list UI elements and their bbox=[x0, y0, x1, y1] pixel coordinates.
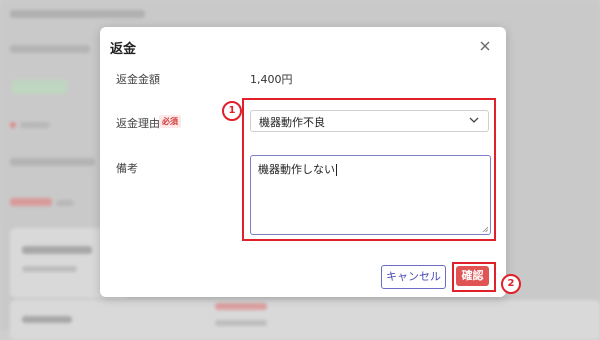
bg-status-badge bbox=[12, 80, 67, 94]
refund-amount-label: 返金金額 bbox=[116, 73, 160, 86]
bg-text-line bbox=[22, 266, 77, 272]
bg-text-line bbox=[215, 320, 267, 326]
cancel-button[interactable]: キャンセル bbox=[381, 265, 446, 289]
bg-price bbox=[215, 303, 267, 310]
bg-card bbox=[10, 300, 600, 340]
bg-text-line bbox=[10, 158, 95, 166]
bg-price bbox=[10, 198, 52, 206]
highlight-box-2 bbox=[452, 262, 496, 292]
notes-label: 備考 bbox=[116, 162, 138, 175]
bg-text-line bbox=[56, 200, 74, 206]
bg-text-line bbox=[22, 246, 92, 254]
bg-text-line bbox=[10, 10, 145, 18]
step-marker-2: 2 bbox=[501, 274, 521, 294]
highlight-box-1 bbox=[242, 98, 496, 241]
refund-amount-value: 1,400円 bbox=[250, 73, 293, 86]
bg-text-line bbox=[22, 316, 72, 323]
step-marker-1: 1 bbox=[222, 101, 242, 121]
bg-text-line bbox=[10, 45, 90, 53]
bg-dot bbox=[10, 122, 16, 128]
dialog-title: 返金 bbox=[110, 42, 137, 57]
refund-dialog: 返金 返金金額 1,400円 返金理由 必須 機器動作不良 備考 機器動作しない… bbox=[100, 27, 521, 297]
bg-text-line bbox=[20, 122, 50, 128]
close-icon[interactable] bbox=[478, 39, 492, 53]
required-badge: 必須 bbox=[159, 115, 181, 128]
refund-reason-label: 返金理由 bbox=[116, 117, 160, 130]
